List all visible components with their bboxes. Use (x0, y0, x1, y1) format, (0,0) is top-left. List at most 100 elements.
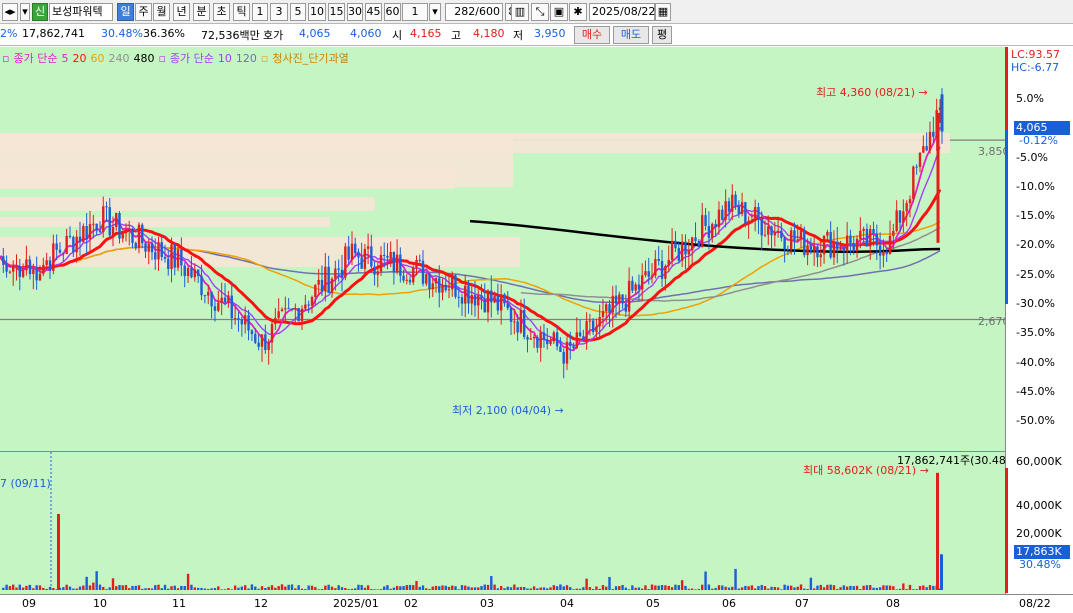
candle-body (150, 243, 154, 253)
candle-body (915, 166, 918, 168)
dropdown-icon[interactable]: ▾ (20, 3, 30, 21)
ask-label: 호가 (263, 29, 284, 42)
volume-bar (680, 580, 684, 590)
period-button[interactable]: 분 (193, 3, 210, 21)
volume-bar (170, 586, 173, 590)
candle-body (674, 240, 677, 249)
legend-indicator-icon[interactable]: ▫ (261, 52, 268, 65)
candle-body (314, 284, 317, 297)
calendar-icon[interactable]: ▦ (655, 3, 671, 21)
volume-value: 17,862,741 (22, 27, 85, 40)
period-button[interactable]: 월 (153, 3, 170, 21)
volume-bar (227, 588, 230, 590)
candle-body (859, 230, 862, 239)
crosshair-icon[interactable]: ⤡ (531, 3, 549, 21)
interval-button[interactable]: 3 (270, 3, 288, 21)
legend-collapse-icon-2[interactable]: ▫ (158, 52, 165, 65)
candle-body (588, 320, 592, 322)
volume-bar (307, 585, 310, 590)
settings-gear-icon[interactable]: ✱ (569, 3, 587, 21)
period-button[interactable]: 년 (173, 3, 190, 21)
current-price-tag: 4,065 (1014, 121, 1070, 135)
volume-bar (493, 584, 496, 590)
interval-button[interactable]: 30 (347, 3, 363, 21)
candle-body (176, 249, 180, 268)
eval-button[interactable]: 평 (652, 26, 672, 44)
volume-bar (438, 586, 441, 590)
candle-body (186, 267, 190, 276)
volume-bar (233, 585, 237, 590)
period-button[interactable]: 주 (135, 3, 152, 21)
month-label: 03 (480, 597, 494, 610)
volume-bar (562, 586, 565, 590)
volume-bar (200, 587, 203, 590)
volume-bar (569, 587, 572, 590)
period-button[interactable]: 일 (117, 3, 134, 21)
volume-bar (277, 586, 280, 590)
bid-value: 4,060 (350, 27, 382, 40)
volume-bar (565, 585, 569, 590)
interval-button[interactable]: 10 (308, 3, 326, 21)
save-icon[interactable]: ▣ (550, 3, 568, 21)
volume-bar (357, 584, 360, 590)
volume-bar (895, 589, 898, 590)
volume-bar (392, 587, 396, 590)
candle-body (842, 247, 846, 252)
period-button[interactable]: 틱 (233, 3, 250, 21)
volume-bar (902, 583, 905, 590)
candle-body (714, 223, 717, 228)
candle-body (852, 243, 855, 252)
volume-bar (18, 584, 21, 590)
sell-button[interactable]: 매도 (613, 26, 649, 44)
volume-bar (750, 585, 754, 590)
interval-dropdown-icon[interactable]: ▾ (429, 3, 441, 21)
volume-bar (408, 584, 412, 590)
price-chart-panel[interactable] (0, 47, 1005, 451)
interval-select[interactable]: 1 (402, 3, 428, 21)
candle-body (402, 275, 405, 281)
candle-body (624, 303, 628, 312)
volume-bar (832, 585, 836, 590)
volume-bar (654, 585, 657, 590)
volume-bar (237, 587, 240, 590)
chart-type-icon[interactable]: ▥ (511, 3, 529, 21)
candle-body (654, 258, 657, 276)
candle-body (317, 279, 320, 285)
interval-button[interactable]: 5 (290, 3, 306, 21)
volume-bar (892, 586, 895, 590)
volume-bar (260, 586, 264, 590)
buy-button[interactable]: 매수 (574, 26, 610, 44)
volume-bar (451, 585, 454, 590)
stock-name-field[interactable]: 보성파워텍 (49, 3, 113, 21)
interval-button[interactable]: 45 (365, 3, 382, 21)
volume-bar (196, 587, 200, 590)
period-button[interactable]: 초 (213, 3, 230, 21)
candle-body (546, 339, 549, 345)
volume-bar (467, 586, 470, 590)
legend-ma5: 5 (61, 52, 69, 65)
candle-body (496, 295, 500, 311)
legend-collapse-icon[interactable]: ▫ (2, 52, 9, 65)
legend-ma10: 10 (217, 52, 232, 65)
interval-button[interactable]: 15 (328, 3, 345, 21)
volume-bar (65, 584, 68, 590)
volume-bar (131, 585, 134, 590)
candle-body (664, 265, 667, 279)
candle-body (694, 237, 697, 242)
candle-body (274, 317, 277, 324)
volume-bar (552, 585, 556, 590)
volume-bar (575, 588, 579, 590)
candle-body (28, 261, 32, 275)
interval-button[interactable]: 1 (252, 3, 268, 21)
menu-arrow-icon[interactable]: ◂▸ (2, 3, 18, 21)
interval-button[interactable]: 60 (384, 3, 401, 21)
date-field[interactable]: 2025/08/22 (589, 3, 655, 21)
candle-body (254, 334, 257, 343)
candle-body (200, 275, 203, 296)
volume-bar (124, 585, 128, 590)
candle-body (809, 245, 813, 252)
bar-count-field[interactable]: 282/600 (445, 3, 503, 21)
candle-body (503, 294, 506, 304)
indicator-zone (0, 217, 330, 227)
candle-body (640, 275, 644, 290)
